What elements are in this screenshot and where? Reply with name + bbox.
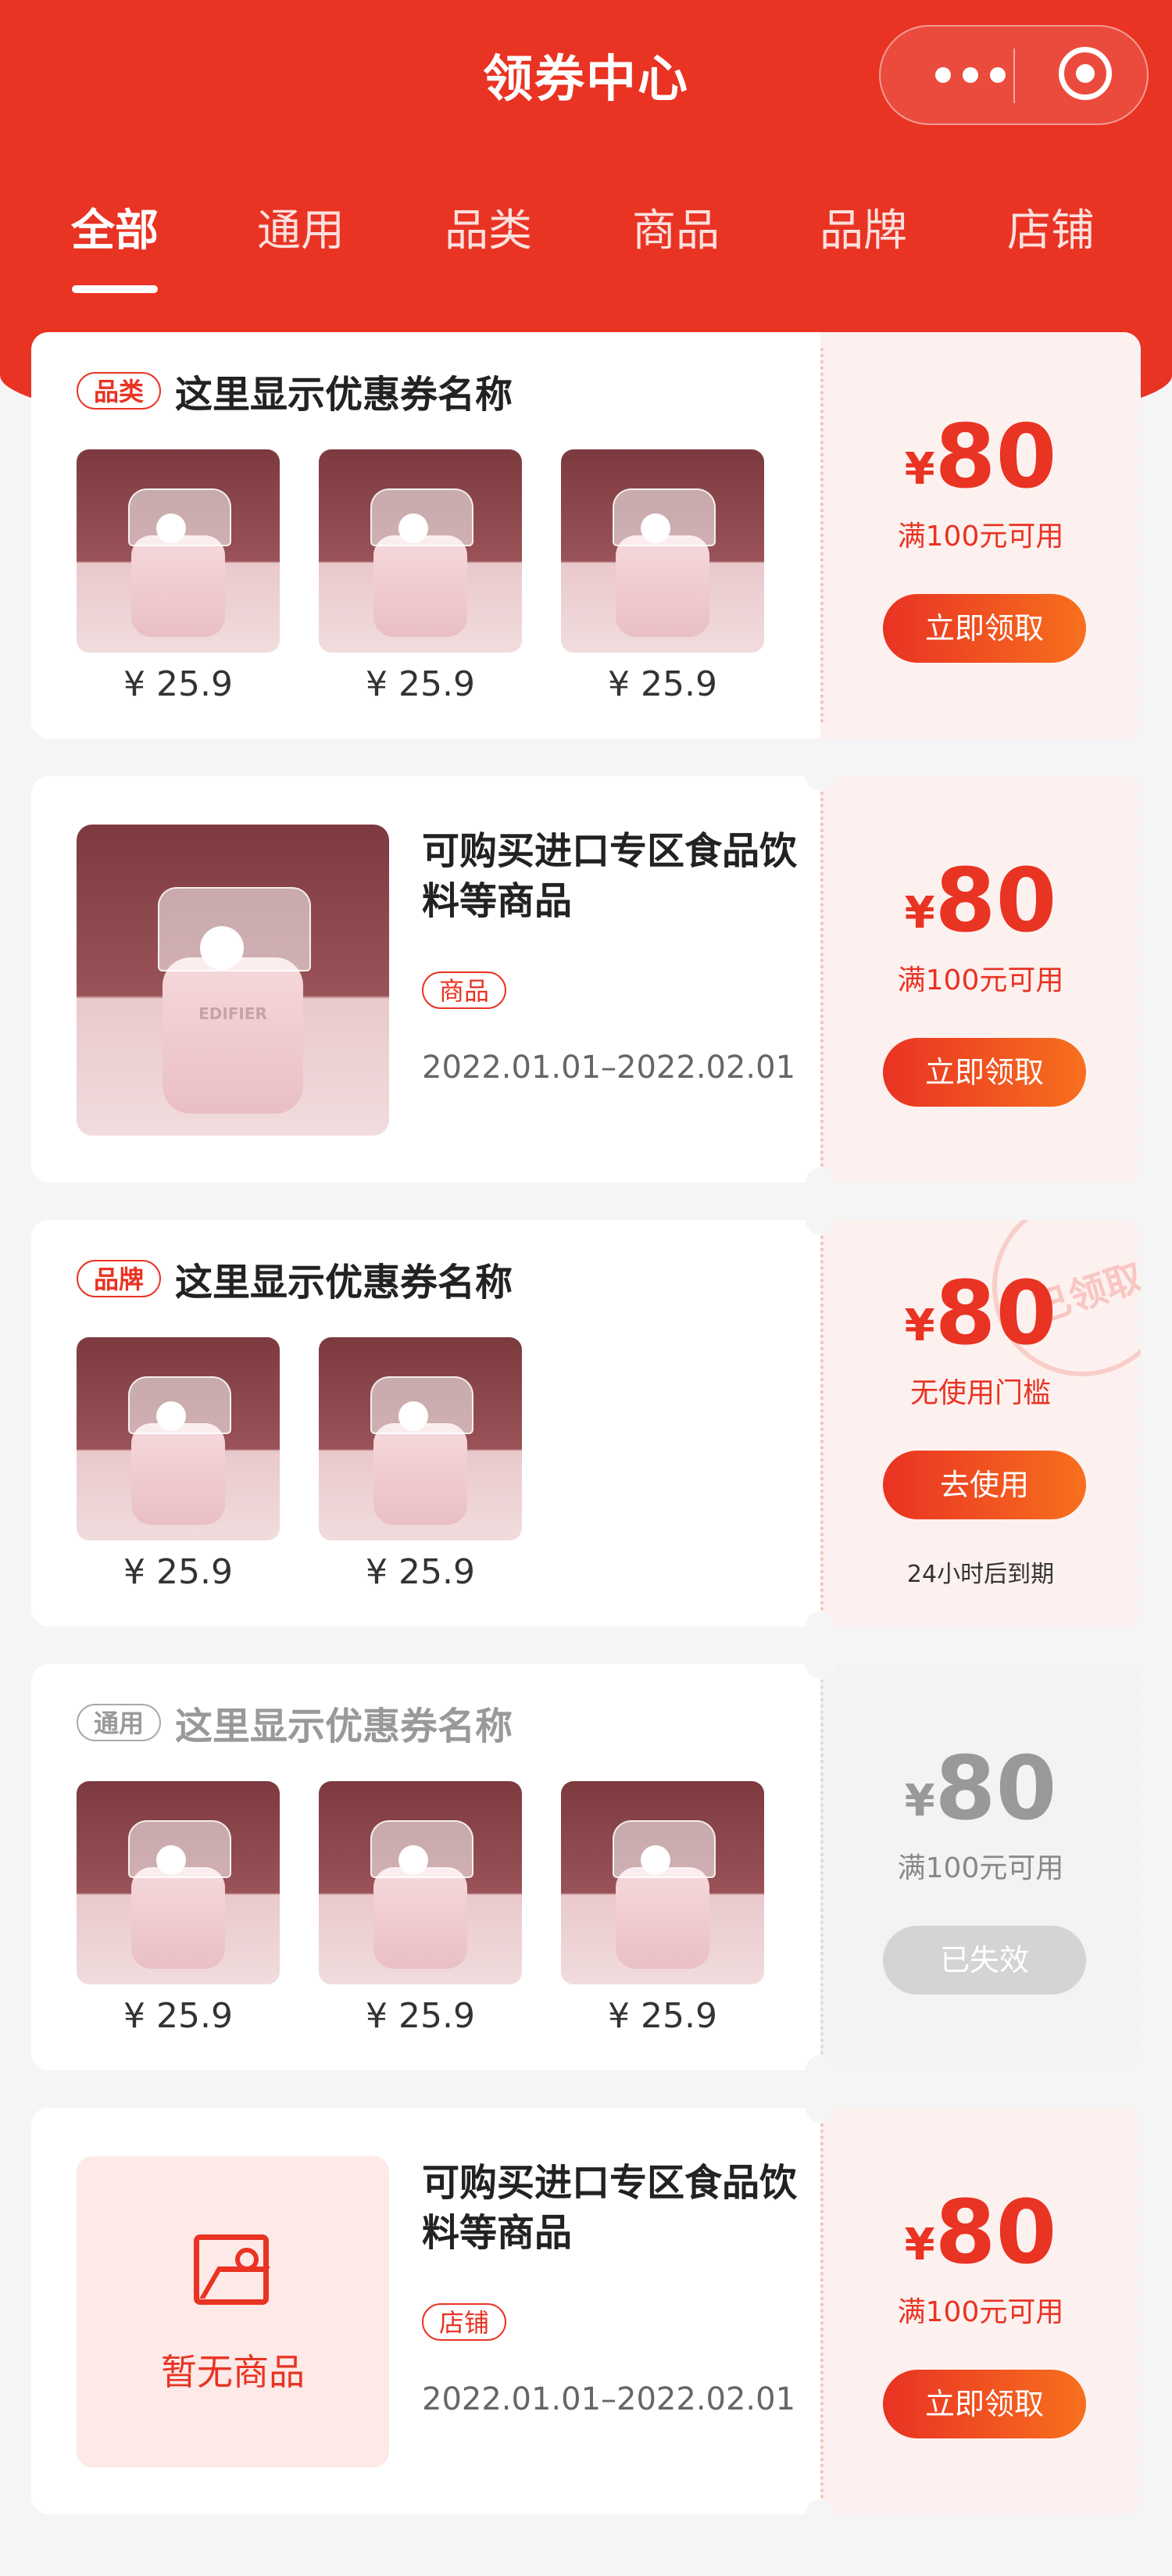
capsule-divider: [1013, 48, 1015, 103]
coupon-condition: 满100元可用: [897, 1852, 1064, 1884]
product-image[interactable]: EDIFIER: [77, 825, 389, 1136]
product-image[interactable]: [77, 449, 280, 653]
product-price: ¥ 25.9: [123, 1552, 233, 1592]
tab-bar: 全部 通用 品类 商品 品牌 店铺: [0, 195, 1172, 297]
tab-category[interactable]: 品类: [426, 195, 551, 259]
coupon-name: 品类 这里显示优惠券名称: [77, 363, 513, 418]
coupon-card: 暂无商品 可购买进口专区食品饮料等商品 店铺 2022.01.01–2022.0…: [31, 2108, 1141, 2514]
expiry-note: 24小时后到期: [906, 1561, 1055, 1588]
coupon-type-tag: 品类: [77, 372, 162, 410]
tab-product[interactable]: 商品: [613, 195, 738, 259]
product-image[interactable]: [561, 1781, 764, 1984]
active-tab-indicator: [72, 285, 158, 293]
more-icon[interactable]: [935, 67, 1006, 86]
image-placeholder-icon: [194, 2234, 269, 2305]
coupon-amount: ¥80: [904, 2182, 1057, 2284]
use-button[interactable]: 去使用: [883, 1451, 1086, 1519]
product-image[interactable]: [77, 1781, 280, 1984]
product-price: ¥ 25.9: [366, 1996, 475, 2036]
coupon-name: 品牌 这里显示优惠券名称: [77, 1251, 513, 1306]
coupon-type-tag: 品牌: [77, 1260, 162, 1297]
no-product-placeholder: 暂无商品: [77, 2156, 389, 2467]
product-price: ¥ 25.9: [123, 664, 233, 704]
product-image[interactable]: [319, 1781, 522, 1984]
coupon-condition: 无使用门槛: [909, 1377, 1051, 1409]
tab-general[interactable]: 通用: [238, 195, 363, 259]
coupon-description: 可购买进口专区食品饮料等商品: [422, 2161, 798, 2255]
no-product-text: 暂无商品: [161, 2351, 305, 2393]
product-image[interactable]: [319, 449, 522, 653]
coupon-card: 已领取 品牌 这里显示优惠券名称 ¥ 25.9 ¥ 25.9 ¥80 无使用门槛 …: [31, 1220, 1141, 1626]
product-price: ¥ 25.9: [123, 1996, 233, 2036]
product-price: ¥ 25.9: [366, 664, 475, 704]
tab-all[interactable]: 全部: [52, 195, 177, 259]
product-image[interactable]: [77, 1337, 280, 1540]
coupon-name-text: 这里显示优惠券名称: [175, 1261, 513, 1304]
product-price: ¥ 25.9: [366, 1552, 475, 1592]
coupon-name: 通用 这里显示优惠券名称: [77, 1695, 513, 1750]
coupon-type-tag: 商品: [422, 971, 507, 1009]
product-price: ¥ 25.9: [608, 1996, 717, 2036]
close-target-icon[interactable]: [1059, 47, 1112, 100]
tab-shop[interactable]: 店铺: [988, 195, 1113, 259]
coupon-name-text: 这里显示优惠券名称: [175, 373, 513, 417]
tab-brand[interactable]: 品牌: [801, 195, 926, 259]
coupon-card: 通用 这里显示优惠券名称 ¥ 25.9 ¥ 25.9 ¥ 25.9 ¥80 满10…: [31, 1664, 1141, 2070]
coupon-amount: ¥80: [904, 850, 1057, 952]
product-price: ¥ 25.9: [608, 664, 717, 704]
expired-button: 已失效: [883, 1926, 1086, 1995]
mini-program-capsule: [879, 25, 1149, 125]
coupon-type-tag: 通用: [77, 1704, 162, 1741]
product-image[interactable]: [319, 1337, 522, 1540]
product-brand-print: EDIFIER: [198, 1004, 267, 1023]
claim-button[interactable]: 立即领取: [883, 1038, 1086, 1107]
coupon-type-tag: 店铺: [422, 2303, 507, 2341]
claim-button[interactable]: 立即领取: [883, 2370, 1086, 2438]
coupon-amount: ¥80: [904, 1738, 1057, 1840]
coupon-condition: 满100元可用: [897, 2296, 1064, 2328]
coupon-card: 品类 这里显示优惠券名称 ¥ 25.9 ¥ 25.9 ¥ 25.9 ¥80 满10…: [31, 332, 1141, 739]
validity-date: 2022.01.01–2022.02.01: [422, 1050, 796, 1086]
coupon-name-text: 这里显示优惠券名称: [175, 1705, 513, 1748]
validity-date: 2022.01.01–2022.02.01: [422, 2381, 796, 2417]
coupon-card: EDIFIER 可购买进口专区食品饮料等商品 商品 2022.01.01–202…: [31, 776, 1141, 1182]
coupon-amount: ¥80: [904, 406, 1057, 508]
coupon-amount: ¥80: [904, 1263, 1057, 1365]
product-image[interactable]: [561, 449, 764, 653]
coupon-description: 可购买进口专区食品饮料等商品: [422, 829, 798, 923]
claim-button[interactable]: 立即领取: [883, 594, 1086, 663]
coupon-condition: 满100元可用: [897, 521, 1064, 553]
coupon-condition: 满100元可用: [897, 964, 1064, 996]
